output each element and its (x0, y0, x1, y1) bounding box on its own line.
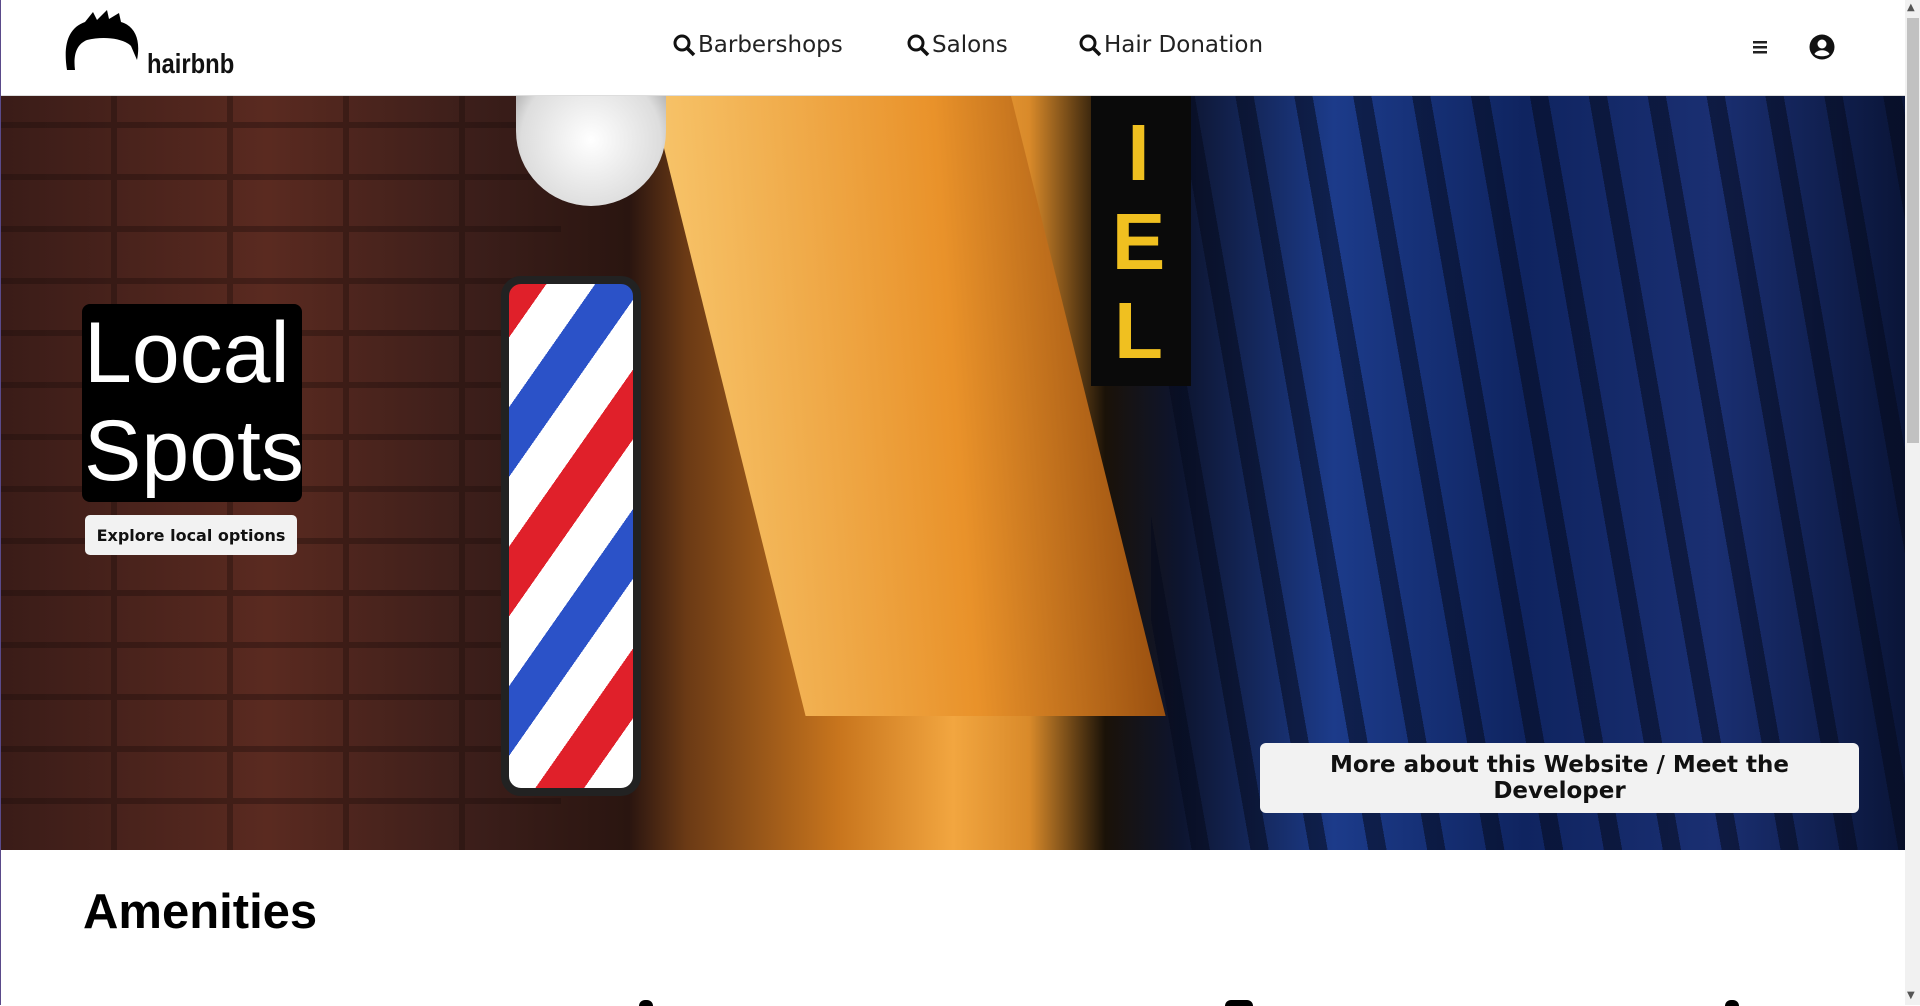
trees-image (1151, 96, 1905, 850)
site-header: hairbnb Barbershops Salons Hair Donation (1, 0, 1905, 96)
search-icon (907, 34, 930, 57)
explore-local-options-button[interactable]: Explore local options (85, 515, 297, 555)
nav-label: Hair Donation (1104, 32, 1264, 58)
nav-label: Barbershops (698, 32, 843, 58)
nav-salons[interactable]: Salons (906, 32, 1008, 58)
scroll-up-icon[interactable]: ▲ (1907, 2, 1915, 13)
user-circle-icon[interactable] (1809, 34, 1835, 60)
about-website-button[interactable]: More about this Website / Meet the Devel… (1260, 743, 1859, 813)
scroll-down-icon[interactable]: ▼ (1907, 990, 1915, 1001)
hero-title-line: Local (84, 305, 290, 401)
amenity-icon (639, 1000, 653, 1006)
hair-logo-icon[interactable] (63, 10, 143, 72)
search-icon (1079, 34, 1102, 57)
shop-sign-image (651, 96, 1166, 716)
search-icon (673, 34, 696, 57)
hamburger-icon[interactable] (1751, 36, 1769, 58)
section-title: Amenities (83, 885, 318, 939)
nav-hair-donation[interactable]: Hair Donation (1078, 32, 1263, 58)
brand-name[interactable]: hairbnb (147, 48, 234, 80)
nav-label: Salons (932, 32, 1008, 58)
hero-title: Local Spots (82, 304, 304, 502)
amenity-icon (1225, 1000, 1253, 1006)
barber-pole-image (501, 276, 641, 796)
amenity-icon (1725, 1000, 1739, 1006)
hero-title-line: Spots (84, 403, 304, 499)
nav-barbershops[interactable]: Barbershops (672, 32, 843, 58)
sign-letters: IEL (1091, 96, 1191, 386)
scrollbar-thumb[interactable] (1907, 18, 1919, 443)
